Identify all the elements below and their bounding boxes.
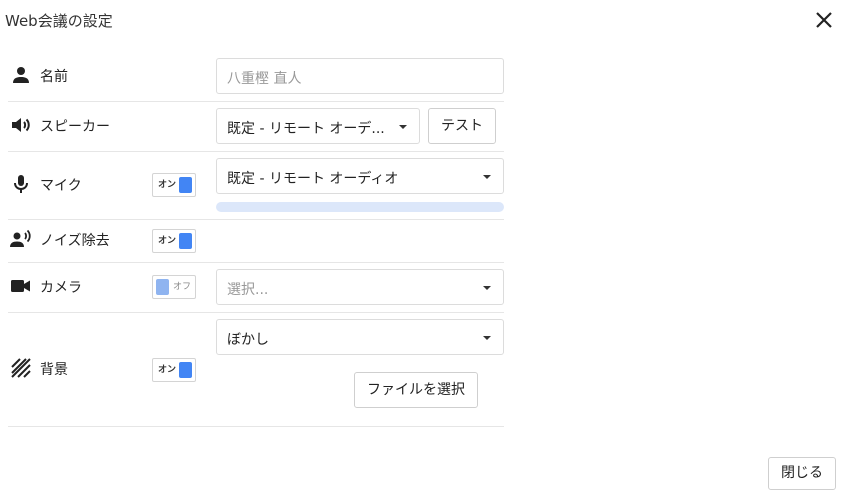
background-select-value: ぼかし bbox=[227, 332, 269, 348]
mic-label: マイク bbox=[40, 178, 82, 194]
test-button-label: テスト bbox=[441, 118, 483, 134]
mic-select-value: 既定 - リモート オーディオ bbox=[227, 171, 399, 187]
toggle-knob bbox=[179, 233, 192, 249]
videocam-icon bbox=[9, 274, 33, 298]
speaker-icon bbox=[9, 113, 33, 137]
divider bbox=[8, 262, 504, 263]
camera-toggle[interactable]: オフ bbox=[152, 275, 196, 299]
stripes-icon bbox=[9, 356, 33, 380]
toggle-knob bbox=[179, 177, 192, 193]
name-label: 名前 bbox=[40, 69, 68, 85]
divider bbox=[8, 219, 504, 220]
choose-file-button-label: ファイルを選択 bbox=[367, 382, 465, 398]
dialog-title: Web会議の設定 bbox=[5, 12, 113, 30]
mic-toggle[interactable]: オン bbox=[152, 173, 196, 197]
person-icon bbox=[9, 63, 33, 87]
choose-file-button[interactable]: ファイルを選択 bbox=[354, 372, 478, 408]
close-button-label: 閉じる bbox=[781, 465, 823, 481]
name-input-placeholder: 八重樫 直人 bbox=[227, 71, 302, 87]
camera-toggle-label: オフ bbox=[173, 282, 192, 292]
camera-select-placeholder: 選択... bbox=[227, 282, 269, 298]
noise-label: ノイズ除去 bbox=[40, 233, 110, 249]
close-icon[interactable] bbox=[812, 8, 836, 32]
chevron-down-icon bbox=[483, 336, 491, 340]
mic-select[interactable]: 既定 - リモート オーディオ bbox=[216, 158, 504, 194]
close-button[interactable]: 閉じる bbox=[768, 457, 836, 490]
speaker-select-value: 既定 - リモート オーデ... bbox=[227, 121, 385, 137]
divider bbox=[8, 426, 504, 427]
toggle-knob bbox=[179, 362, 192, 378]
voice-person-icon bbox=[9, 228, 33, 252]
background-toggle-label: オン bbox=[158, 365, 177, 375]
background-label: 背景 bbox=[40, 362, 68, 378]
chevron-down-icon bbox=[399, 125, 407, 129]
speaker-select[interactable]: 既定 - リモート オーデ... bbox=[216, 108, 420, 144]
chevron-down-icon bbox=[483, 175, 491, 179]
camera-label: カメラ bbox=[40, 280, 82, 296]
mic-toggle-label: オン bbox=[158, 180, 177, 190]
noise-toggle-label: オン bbox=[158, 236, 177, 246]
divider bbox=[8, 312, 504, 313]
mic-level-meter bbox=[216, 202, 504, 212]
camera-select[interactable]: 選択... bbox=[216, 269, 504, 305]
background-toggle[interactable]: オン bbox=[152, 358, 196, 382]
background-select[interactable]: ぼかし bbox=[216, 319, 504, 355]
speaker-label: スピーカー bbox=[40, 119, 110, 135]
mic-icon bbox=[9, 172, 33, 196]
divider bbox=[8, 101, 504, 102]
name-input[interactable]: 八重樫 直人 bbox=[216, 58, 504, 94]
chevron-down-icon bbox=[483, 286, 491, 290]
toggle-knob bbox=[156, 279, 169, 295]
test-button[interactable]: テスト bbox=[428, 108, 496, 144]
divider bbox=[8, 151, 504, 152]
noise-toggle[interactable]: オン bbox=[152, 229, 196, 253]
